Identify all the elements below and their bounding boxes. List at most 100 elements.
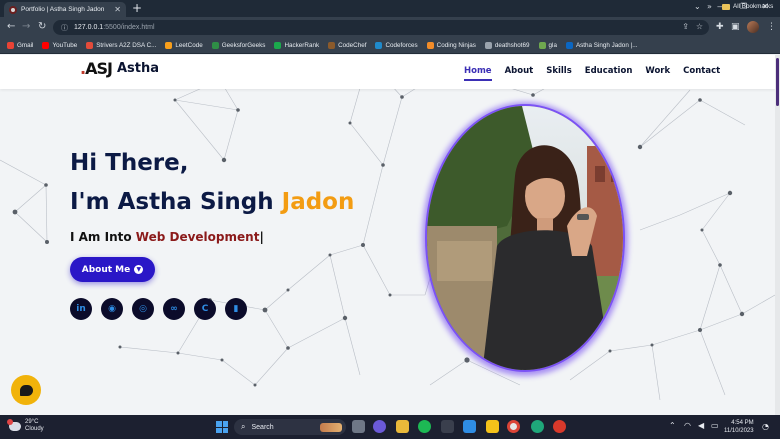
weather-text: 29°C Cloudy: [25, 419, 44, 433]
all-bookmarks-label: All Bookmarks: [733, 3, 774, 10]
bookmark-item[interactable]: Gmail: [7, 42, 33, 49]
bookmark-star-icon[interactable]: ☆: [696, 22, 703, 31]
typing-cursor: |: [259, 230, 264, 244]
scrollbar-thumb[interactable]: [776, 58, 779, 106]
about-me-button[interactable]: About Me ▼: [70, 257, 155, 282]
clock-time: 4:54 PM: [731, 420, 754, 426]
main-nav: Home About Skills Education Work Contact: [464, 66, 733, 81]
tiktok-icon[interactable]: [441, 420, 454, 433]
side-panel-icon[interactable]: ▣: [731, 22, 740, 32]
chat-widget-button[interactable]: [11, 375, 41, 405]
chrome-icon[interactable]: [507, 420, 520, 433]
task-view-icon[interactable]: [352, 420, 365, 433]
hackerrank-icon[interactable]: ▮: [225, 298, 247, 320]
nav-skills[interactable]: Skills: [546, 66, 572, 81]
site-logo[interactable]: .ASJ Astha: [80, 59, 159, 78]
weather-widget[interactable]: 29°C Cloudy: [7, 418, 44, 433]
forward-icon[interactable]: →: [22, 21, 30, 32]
bookmark-label: CodeChef: [338, 42, 367, 49]
vscode-icon[interactable]: [463, 420, 476, 433]
nav-education[interactable]: Education: [585, 66, 633, 81]
codeforces-icon[interactable]: C: [194, 298, 216, 320]
notifications-icon[interactable]: ◔: [762, 422, 769, 431]
wifi-icon[interactable]: ◠: [684, 421, 691, 430]
hero-tagline: I Am Into Web Development|: [70, 230, 264, 244]
tab-title: Portfolio | Astha Singh Jadon: [21, 6, 105, 13]
arrow-down-icon: ▼: [134, 265, 144, 274]
bookmark-item[interactable]: CodeChef: [328, 42, 366, 49]
site-header: .ASJ Astha Home About Skills Education W…: [0, 55, 775, 89]
site-info-icon[interactable]: ⓘ: [61, 23, 68, 33]
back-icon[interactable]: ←: [7, 21, 15, 32]
bookmark-item[interactable]: deathshot69: [484, 42, 530, 49]
nav-about[interactable]: About: [505, 66, 534, 81]
bookmark-item[interactable]: gla: [538, 42, 557, 49]
logo-text: Astha: [116, 61, 159, 76]
menu-icon[interactable]: ⋮: [767, 22, 776, 32]
bookmark-label: Astha Singh Jadon |...: [575, 42, 638, 49]
bookmark-item[interactable]: LeetCode: [165, 42, 203, 49]
teams-icon[interactable]: [373, 420, 386, 433]
file-explorer-icon[interactable]: [396, 420, 409, 433]
bookmark-label: Strivers A2Z DSA C...: [96, 42, 157, 49]
more-bookmarks-icon[interactable]: »: [707, 2, 712, 11]
bookmark-item[interactable]: Coding Ninjas: [426, 42, 476, 49]
taskbar-search[interactable]: ⌕ Search: [234, 419, 346, 435]
bookmark-favicon-icon: [565, 42, 573, 49]
leetcode-icon[interactable]: ∞: [163, 298, 185, 320]
folder-icon: [722, 3, 730, 10]
page-scrollbar[interactable]: [775, 55, 780, 415]
windows-start-icon[interactable]: [216, 421, 228, 433]
spotify-icon[interactable]: [418, 420, 431, 433]
search-icon: ⌕: [241, 422, 246, 431]
bookmark-item[interactable]: GeeksforGeeks: [211, 42, 266, 49]
bookmark-favicon-icon: [165, 42, 173, 49]
battery-icon[interactable]: ▭: [711, 421, 719, 430]
bookmark-favicon-icon: [426, 42, 434, 49]
tab-favicon-icon: [9, 5, 17, 14]
extensions-icon[interactable]: ✚: [716, 22, 724, 32]
bookmark-label: GeeksforGeeks: [221, 42, 266, 49]
tray-chevron-icon[interactable]: ⌃: [669, 421, 676, 430]
clock-date: 11/10/2023: [724, 428, 754, 434]
bookmark-item[interactable]: HackerRank: [274, 42, 319, 49]
chrome-alt-icon[interactable]: [553, 420, 566, 433]
bookmark-favicon-icon: [42, 42, 50, 49]
all-bookmarks-button[interactable]: All Bookmarks: [722, 3, 773, 10]
bookmark-item[interactable]: Codeforces: [375, 42, 418, 49]
bookmark-item[interactable]: Astha Singh Jadon |...: [565, 42, 638, 49]
about-me-label: About Me: [81, 264, 131, 275]
search-highlight-icon: [320, 423, 342, 432]
bookmark-label: LeetCode: [175, 42, 203, 49]
weather-temp: 29°C: [25, 419, 39, 425]
bookmark-label: HackerRank: [284, 42, 320, 49]
bookmark-label: gla: [548, 42, 557, 49]
linkedin-icon[interactable]: in: [70, 298, 92, 320]
profile-avatar[interactable]: [747, 21, 759, 33]
bookmark-favicon-icon: [211, 42, 219, 49]
tab-search-icon[interactable]: ⌄: [694, 2, 701, 11]
nav-contact[interactable]: Contact: [683, 66, 720, 81]
logo-monogram: .ASJ: [80, 59, 113, 78]
browser-tab-bar: Portfolio | Astha Singh Jadon ✕ + ⌄ — ❐ …: [0, 0, 780, 17]
bookmark-item[interactable]: YouTube: [42, 42, 77, 49]
share-icon[interactable]: ⇪: [682, 22, 689, 31]
codechef-icon[interactable]: ◎: [132, 298, 154, 320]
nav-work[interactable]: Work: [645, 66, 670, 81]
sticky-notes-icon[interactable]: [486, 420, 499, 433]
nav-home[interactable]: Home: [464, 66, 492, 81]
bookmark-item[interactable]: Strivers A2Z DSA C...: [86, 42, 156, 49]
github-icon[interactable]: ◉: [101, 298, 123, 320]
windows-taskbar: 29°C Cloudy ⌕ Search ⌃ ◠ ◀ ▭ 4:54 PM 11/10…: [0, 415, 780, 439]
search-placeholder: Search: [251, 423, 274, 431]
bookmark-favicon-icon: [7, 42, 14, 49]
edge-icon[interactable]: [531, 420, 544, 433]
new-tab-icon[interactable]: +: [132, 1, 142, 15]
address-bar[interactable]: ⓘ 127.0.0.1:5500/index.html ☆ ⇪: [53, 20, 709, 35]
close-tab-icon[interactable]: ✕: [114, 5, 121, 14]
system-clock[interactable]: 4:54 PM 11/10/2023: [724, 419, 754, 435]
browser-tab[interactable]: Portfolio | Astha Singh Jadon ✕: [4, 2, 126, 17]
volume-icon[interactable]: ◀: [698, 421, 704, 430]
reload-icon[interactable]: ↻: [38, 21, 46, 32]
url-host: 127.0.0.1: [74, 24, 104, 31]
